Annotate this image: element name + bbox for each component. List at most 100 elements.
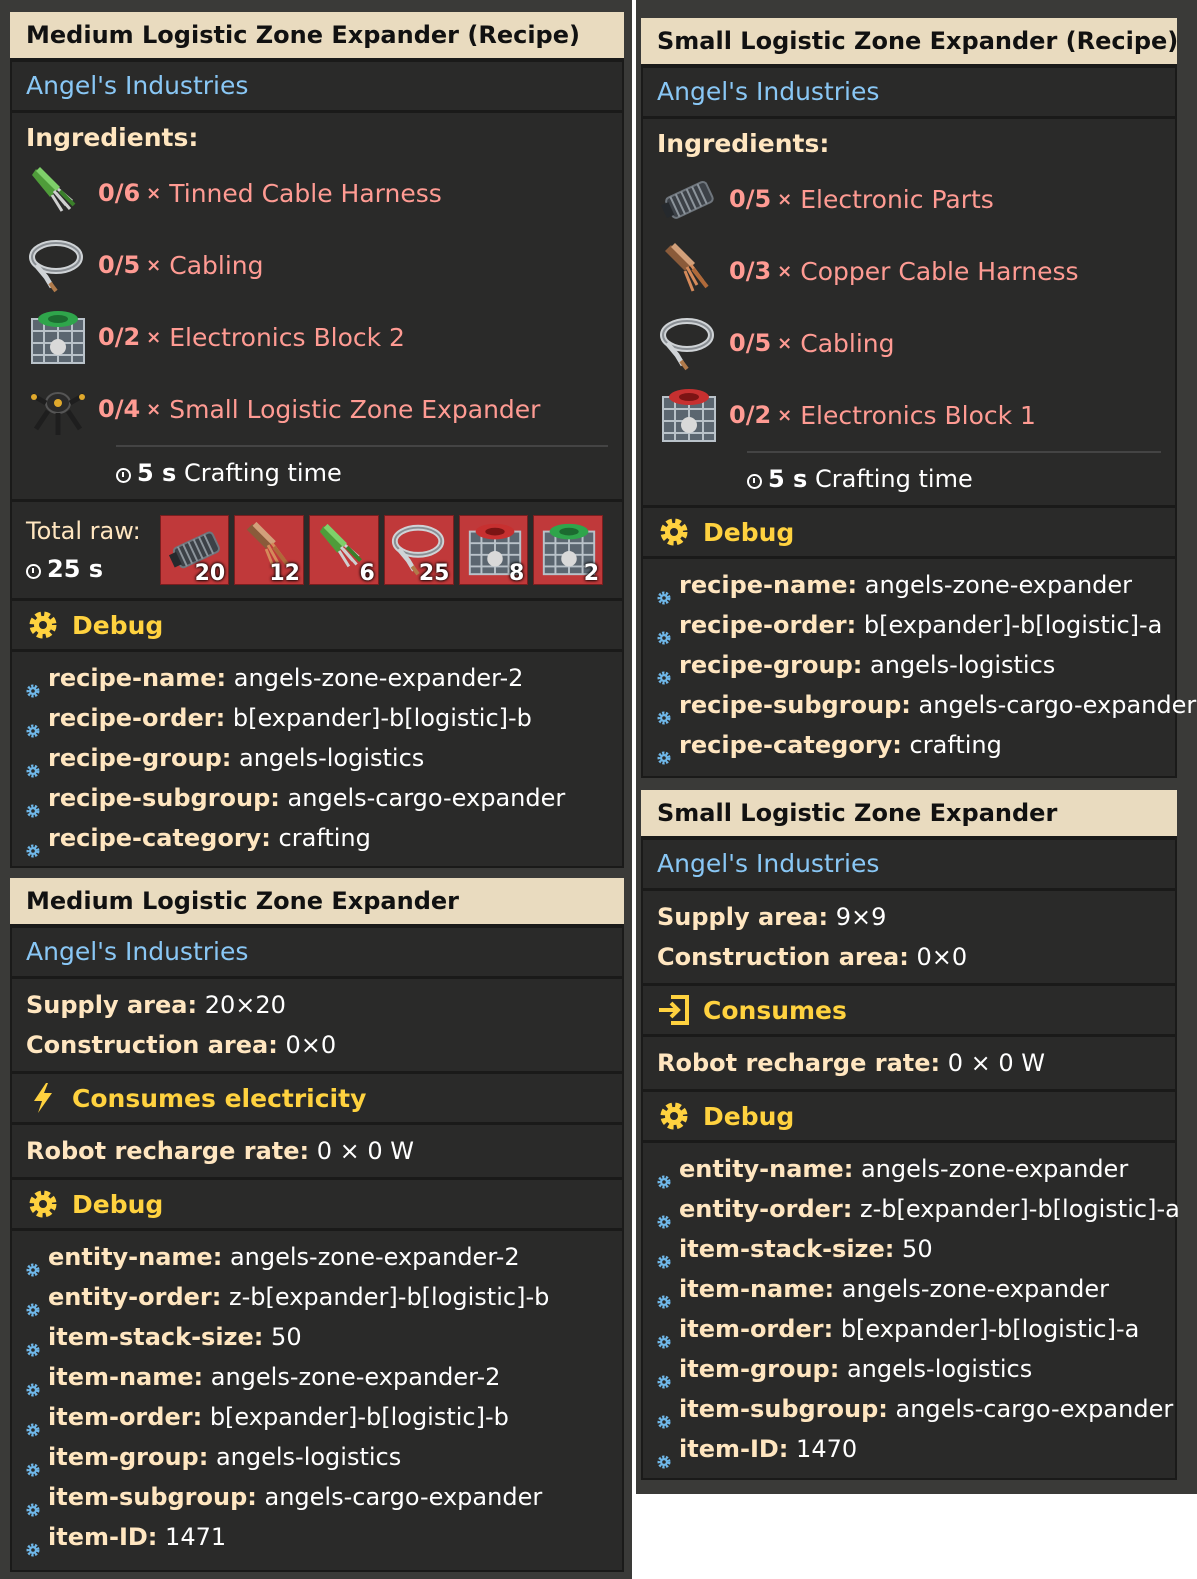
- ingredient-name: Cabling: [169, 250, 264, 280]
- field-key: Robot recharge rate:: [26, 1137, 310, 1165]
- consumes-heading: Consumes electricity: [10, 1074, 624, 1125]
- raw-count: 25: [418, 561, 450, 586]
- field-key: item-ID:: [679, 1435, 789, 1463]
- debug-list: recipe-name: angels-zone-expander-2 reci…: [10, 652, 624, 864]
- debug-list: entity-name: angels-zone-expander-2 enti…: [10, 1231, 624, 1563]
- ingredients-heading: Ingredients:: [657, 129, 830, 158]
- craft-time-value: 5 s: [137, 459, 177, 487]
- raw-slot[interactable]: 20: [159, 515, 230, 586]
- mod-source: Angel's Industries: [10, 62, 624, 113]
- gear-icon: [26, 1529, 40, 1557]
- gear-icon: [657, 1441, 671, 1469]
- debug-list: entity-name: angels-zone-expander entity…: [641, 1143, 1180, 1475]
- field-key: Construction area:: [26, 1031, 278, 1059]
- consumes-heading: Consumes: [641, 986, 1177, 1037]
- entity-title: Small Logistic Zone Expander: [641, 790, 1177, 840]
- gear-icon: [26, 1249, 40, 1277]
- field-key: recipe-name:: [679, 571, 858, 599]
- debug-row: item-subgroup: angels-cargo-expander: [26, 1477, 608, 1517]
- field-key: item-subgroup:: [48, 1483, 257, 1511]
- field-key: recipe-order:: [679, 611, 857, 639]
- debug-row: item-group: angels-logistics: [26, 1437, 608, 1477]
- field-value: angels-cargo-expander: [264, 1483, 543, 1511]
- field-key: entity-name:: [48, 1243, 223, 1271]
- raw-count: 6: [359, 561, 375, 586]
- total-raw: Total raw: 25 s 20 12 6 25 8 2: [10, 502, 624, 601]
- gear-icon: [657, 1201, 671, 1229]
- times-sign: ×: [146, 182, 162, 204]
- ingredient-row: 0/5 × Cabling: [26, 229, 608, 301]
- gear-icon: [657, 1161, 671, 1189]
- craft-time-label: Crafting time: [814, 465, 973, 493]
- field-key: recipe-order:: [48, 704, 226, 732]
- consumes-label: Consumes electricity: [72, 1083, 367, 1113]
- raw-count: 2: [583, 561, 599, 586]
- gear-icon: [26, 790, 40, 818]
- field-key: item-group:: [48, 1443, 209, 1471]
- gear-icon: [657, 1321, 671, 1349]
- field-key: Robot recharge rate:: [657, 1049, 941, 1077]
- field-key: recipe-subgroup:: [48, 784, 280, 812]
- prop-row: Supply area: 9×9: [657, 897, 1161, 937]
- debug-row: item-ID: 1471: [26, 1517, 608, 1557]
- total-raw-label: Total raw:: [26, 517, 141, 545]
- gear-icon: [657, 617, 671, 645]
- gear-icon: [660, 1102, 688, 1130]
- craft-time-label: Crafting time: [183, 459, 342, 487]
- field-value: 1470: [796, 1435, 858, 1463]
- recharge-row: Robot recharge rate: 0 × 0 W: [641, 1037, 1177, 1092]
- debug-row: recipe-category: crafting: [26, 818, 608, 858]
- gear-icon: [657, 1361, 671, 1389]
- debug-row: entity-name: angels-zone-expander: [657, 1149, 1161, 1189]
- ingredient-row: 0/4 × Small Logistic Zone Expander: [26, 373, 608, 445]
- field-value: angels-zone-expander-2: [229, 1243, 520, 1271]
- field-row: Robot recharge rate: 0 × 0 W: [26, 1131, 608, 1171]
- gear-icon: [26, 670, 40, 698]
- ingredient-row: 0/5 × Electronic Parts: [657, 163, 1161, 235]
- raw-count: 12: [269, 561, 300, 586]
- debug-row: item-order: b[expander]-b[logistic]-a: [657, 1309, 1161, 1349]
- raw-slot[interactable]: 12: [234, 515, 304, 586]
- ingredient-count: 0/2: [729, 401, 772, 429]
- gear-icon: [657, 1401, 671, 1429]
- raw-slot[interactable]: 2: [533, 515, 603, 586]
- left-entity-tooltip: Medium Logistic Zone Expander Angel's In…: [10, 878, 624, 1572]
- raw-slot[interactable]: 25: [383, 515, 454, 586]
- raw-slot[interactable]: 8: [458, 515, 529, 586]
- field-key: item-stack-size:: [679, 1235, 895, 1263]
- craft-time-value: 5 s: [768, 465, 808, 493]
- gear-icon: [26, 1329, 40, 1357]
- field-value: angels-zone-expander: [841, 1275, 1109, 1303]
- debug-row: recipe-group: angels-logistics: [26, 738, 608, 778]
- gear-icon: [26, 710, 40, 738]
- gear-icon: [657, 1281, 671, 1309]
- times-sign: ×: [146, 254, 162, 276]
- times-sign: ×: [777, 332, 793, 354]
- electronics-block-2-icon: [26, 305, 90, 369]
- field-key: recipe-group:: [679, 651, 863, 679]
- cabling-icon: [26, 233, 90, 297]
- total-raw-time: 25 s: [47, 555, 104, 583]
- consumes-label: Consumes: [703, 995, 847, 1025]
- field-value: 50: [271, 1323, 302, 1351]
- field-key: entity-order:: [679, 1195, 853, 1223]
- debug-row: entity-order: z-b[expander]-b[logistic]-…: [657, 1189, 1180, 1229]
- ingredient-count: 0/3: [729, 257, 772, 285]
- raw-slot[interactable]: 6: [309, 515, 379, 586]
- small-zone-expander-icon: [26, 377, 90, 441]
- debug-row: item-subgroup: angels-cargo-expander: [657, 1389, 1173, 1429]
- field-key: Construction area:: [657, 943, 909, 971]
- ingredient-name: Electronic Parts: [800, 184, 994, 214]
- debug-row: recipe-order: b[expander]-b[logistic]-b: [26, 698, 608, 738]
- field-value: z-b[expander]-b[logistic]-b: [229, 1283, 550, 1311]
- clock-icon: [116, 468, 131, 483]
- field-key: entity-order:: [48, 1283, 222, 1311]
- electronic-parts-icon: [657, 167, 721, 231]
- prop-row: Construction area: 0×0: [657, 937, 1161, 977]
- field-value: angels-logistics: [870, 651, 1056, 679]
- gear-icon: [26, 830, 40, 858]
- raw-count: 8: [508, 561, 525, 586]
- gear-icon: [29, 611, 57, 639]
- gear-icon: [29, 1190, 57, 1218]
- debug-row: recipe-subgroup: angels-cargo-expander: [657, 685, 1196, 725]
